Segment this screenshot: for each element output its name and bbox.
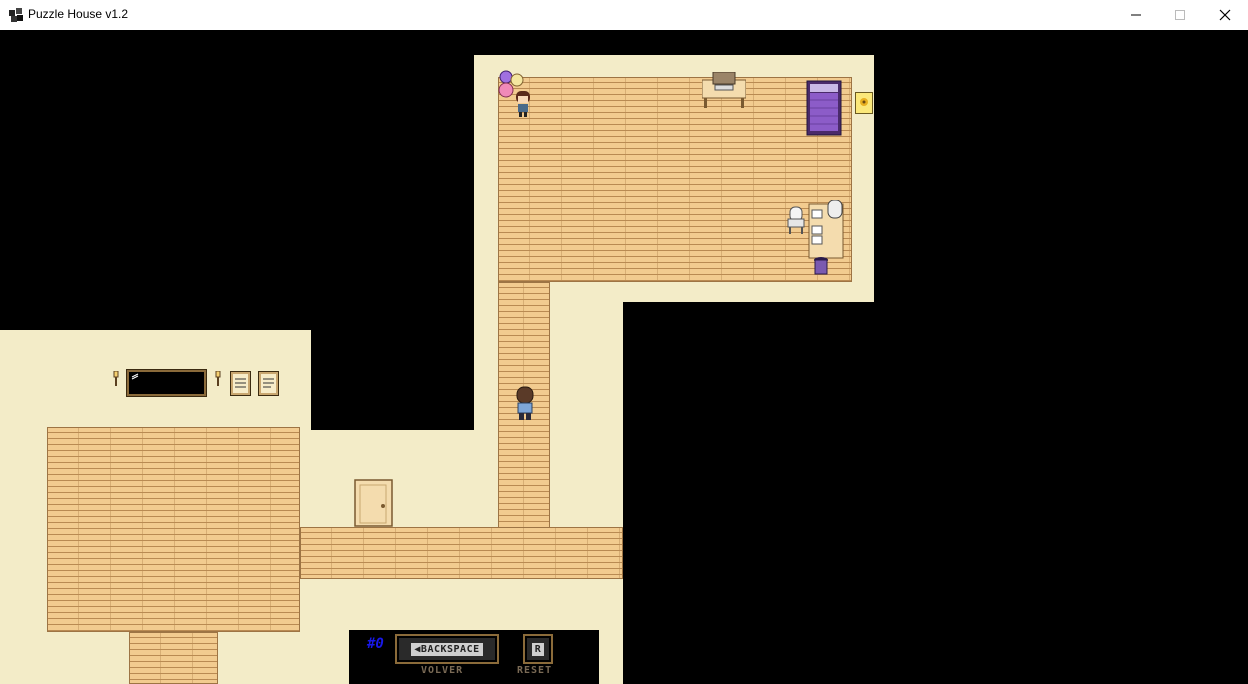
minimize-icon <box>1131 14 1141 16</box>
app-icon <box>8 7 24 23</box>
wall-lamp-left <box>113 371 119 386</box>
npc-character[interactable] <box>513 90 533 118</box>
reset-action-label: RESET <box>517 665 553 676</box>
close-button[interactable] <box>1202 0 1248 30</box>
game-viewport[interactable]: #0 ◀BACKSPACE VOLVER R RESET <box>0 30 1248 684</box>
purple-bed[interactable] <box>806 80 842 136</box>
wall-note-1[interactable] <box>230 371 251 396</box>
upper-room-floor <box>498 77 852 282</box>
backspace-button[interactable]: ◀BACKSPACE <box>395 634 499 664</box>
trash-bin[interactable] <box>813 256 829 276</box>
exit-floor <box>129 632 218 684</box>
white-chair[interactable] <box>786 205 806 235</box>
wall-flower-picture[interactable] <box>855 92 873 114</box>
close-icon <box>1219 9 1231 21</box>
player-character[interactable] <box>514 386 536 422</box>
window-titlebar: Puzzle House v1.2 <box>0 0 1248 31</box>
television[interactable] <box>126 369 207 397</box>
reset-key-label: R <box>531 642 545 656</box>
maximize-button[interactable] <box>1157 0 1203 30</box>
desk-with-computer[interactable] <box>702 72 746 110</box>
window-title: Puzzle House v1.2 <box>28 7 129 21</box>
hud-panel: #0 ◀BACKSPACE VOLVER R RESET <box>349 630 599 684</box>
move-counter: #0 <box>367 636 384 652</box>
wall-note-2[interactable] <box>258 371 279 396</box>
wall-lamp-right <box>215 371 221 386</box>
backspace-action-label: VOLVER <box>421 665 464 676</box>
reset-button[interactable]: R <box>523 634 553 664</box>
lower-room-floor <box>47 427 300 632</box>
wooden-door[interactable] <box>354 479 394 527</box>
hall-floor <box>300 527 623 579</box>
minimize-button[interactable] <box>1113 0 1159 30</box>
backspace-key-label: ◀BACKSPACE <box>411 642 483 656</box>
maximize-icon <box>1175 10 1185 20</box>
study-desk[interactable] <box>808 200 844 262</box>
